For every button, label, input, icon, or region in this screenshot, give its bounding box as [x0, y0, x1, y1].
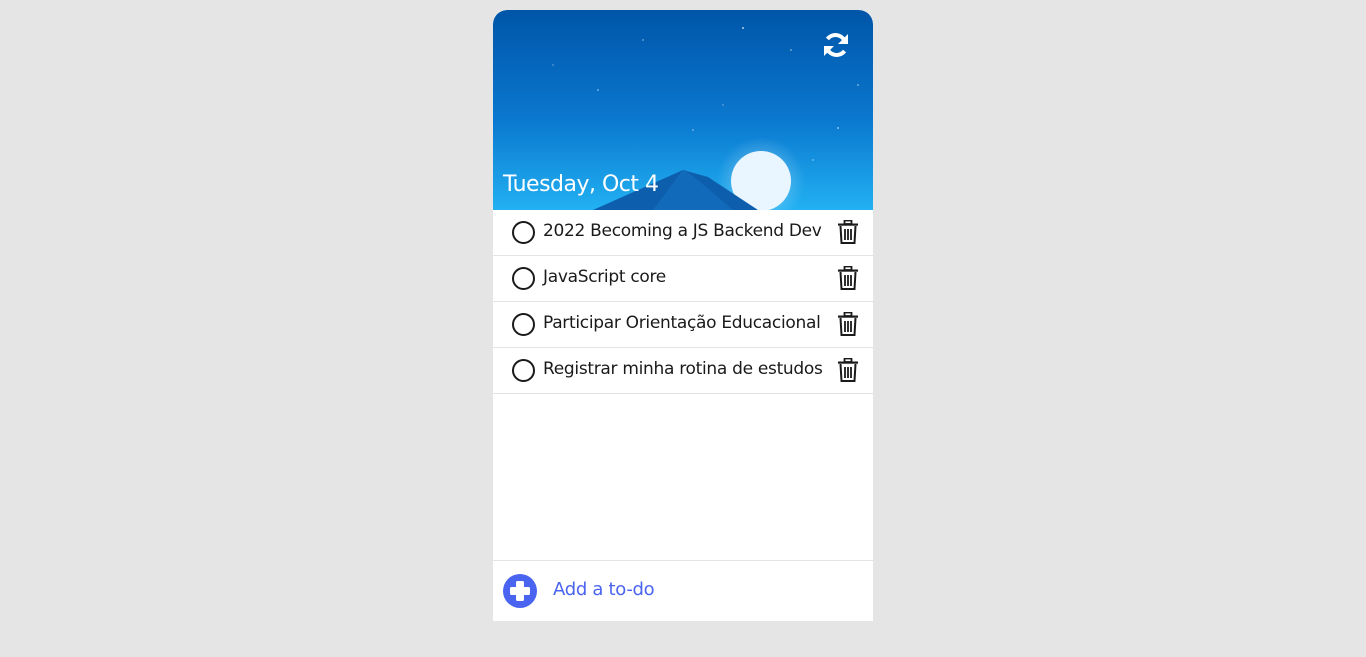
todo-item-text[interactable]: 2022 Becoming a JS Backend Dev [543, 221, 822, 241]
header-banner: Tuesday, Oct 4 [493, 10, 873, 210]
checkbox-circle-icon[interactable] [512, 267, 535, 290]
current-date: Tuesday, Oct 4 [503, 172, 659, 197]
todo-app: Tuesday, Oct 4 2022 Becoming a JS Backen… [493, 10, 873, 621]
add-todo-bar: Add a to-do [493, 560, 873, 621]
add-todo-button[interactable] [503, 574, 537, 608]
trash-icon[interactable] [838, 266, 858, 290]
trash-icon[interactable] [838, 220, 858, 244]
trash-icon[interactable] [838, 312, 858, 336]
checkbox-circle-icon[interactable] [512, 313, 535, 336]
todo-item-text[interactable]: Participar Orientação Educacional [543, 313, 821, 333]
todo-item-text[interactable]: JavaScript core [543, 267, 666, 287]
todo-item: Participar Orientação Educacional [493, 302, 873, 348]
trash-icon[interactable] [838, 358, 858, 382]
refresh-icon[interactable] [821, 30, 851, 60]
add-todo-label[interactable]: Add a to-do [553, 579, 655, 600]
todo-item: 2022 Becoming a JS Backend Dev [493, 210, 873, 256]
checkbox-circle-icon[interactable] [512, 221, 535, 244]
todo-item: Registrar minha rotina de estudos [493, 348, 873, 394]
todo-item: JavaScript core [493, 256, 873, 302]
checkbox-circle-icon[interactable] [512, 359, 535, 382]
todo-item-text[interactable]: Registrar minha rotina de estudos [543, 359, 823, 379]
plus-circle-icon [510, 581, 530, 601]
todo-list: 2022 Becoming a JS Backend Dev JavaScrip… [493, 210, 873, 394]
